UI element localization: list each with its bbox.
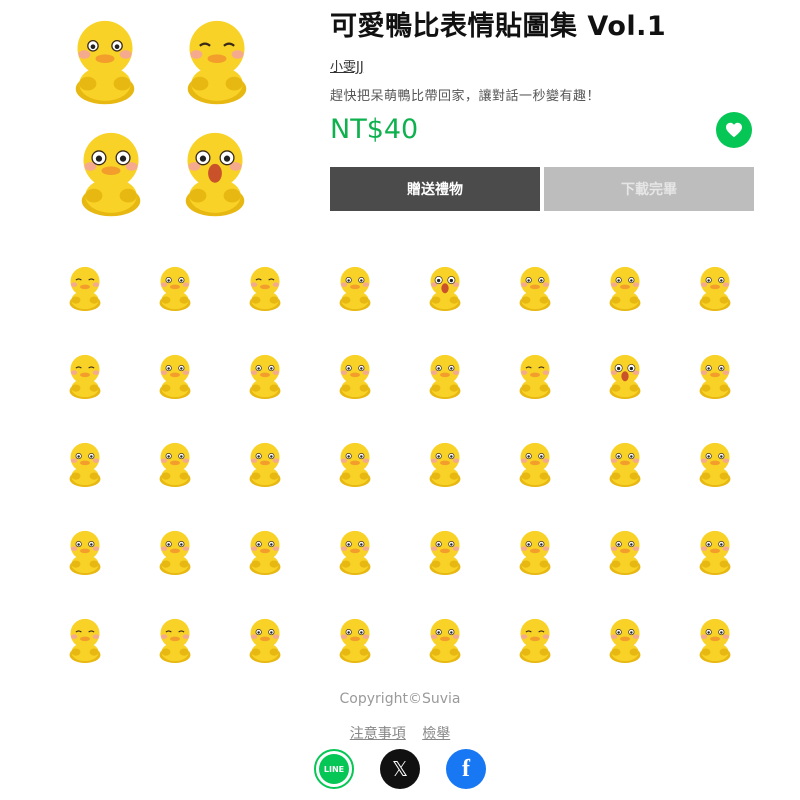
sticker-smile[interactable]	[40, 242, 130, 330]
sticker-happy[interactable]	[40, 330, 130, 418]
hero-sticker-wink	[68, 120, 154, 220]
sticker-blush[interactable]	[670, 330, 760, 418]
sticker-shout[interactable]	[580, 330, 670, 418]
line-share-button[interactable]: LINE	[314, 749, 354, 789]
sticker-wings[interactable]	[670, 594, 760, 682]
copyright: Copyright©Suvia	[339, 691, 461, 707]
sticker-bench[interactable]	[220, 594, 310, 682]
gift-button[interactable]: 贈送禮物	[330, 167, 540, 211]
sticker-sad[interactable]	[670, 242, 760, 330]
sticker-grid	[40, 242, 760, 682]
sticker-coffee[interactable]	[40, 418, 130, 506]
report-link[interactable]: 檢舉	[422, 726, 450, 742]
hero-sticker-sleepy	[174, 8, 260, 108]
hero-stickers	[62, 8, 282, 223]
sticker-angry[interactable]	[130, 330, 220, 418]
sticker-shy[interactable]	[490, 330, 580, 418]
hero-sticker-worried	[62, 8, 148, 108]
sticker-gift[interactable]	[490, 418, 580, 506]
sticker-phone[interactable]	[580, 418, 670, 506]
price: NT$40	[330, 113, 419, 145]
x-icon: 𝕏	[391, 757, 409, 781]
share-bar: LINE 𝕏 f	[0, 749, 800, 789]
download-button[interactable]: 下載完畢	[544, 167, 754, 211]
favorite-button[interactable]	[716, 111, 752, 148]
sticker-question-sign[interactable]	[130, 506, 220, 594]
sticker-nervous[interactable]	[490, 242, 580, 330]
notice-link[interactable]: 注意事項	[350, 726, 406, 742]
heart-icon	[726, 122, 742, 138]
sticker-thumbs-up[interactable]	[310, 242, 400, 330]
sticker-smug[interactable]	[130, 594, 220, 682]
sticker-cheeky[interactable]	[580, 506, 670, 594]
page-title: 可愛鴨比表情貼圖集 Vol.1	[330, 11, 667, 42]
sticker-calm[interactable]	[490, 594, 580, 682]
author-link[interactable]: 小雯JJ	[330, 56, 364, 75]
x-share-button[interactable]: 𝕏	[380, 749, 420, 789]
sticker-magnifier[interactable]	[220, 506, 310, 594]
sticker-go-go-sign[interactable]	[400, 594, 490, 682]
sticker-cry[interactable]	[400, 242, 490, 330]
sticker-surfboard[interactable]	[670, 506, 760, 594]
facebook-share-button[interactable]: f	[446, 749, 486, 789]
sticker-fence[interactable]	[400, 506, 490, 594]
footer-links: 注意事項 檢舉	[0, 723, 800, 743]
sticker-hearts[interactable]	[400, 418, 490, 506]
sticker-peek[interactable]	[220, 330, 310, 418]
sticker-love-you-sign[interactable]	[130, 418, 220, 506]
product-description: 趕快把呆萌鴨比帶回家，讓對話一秒變有趣！	[330, 88, 601, 104]
sticker-laugh[interactable]	[40, 594, 130, 682]
sticker-water-drop[interactable]	[310, 594, 400, 682]
sticker-cover-face[interactable]	[580, 242, 670, 330]
line-icon: LINE	[319, 754, 349, 784]
sticker-cheer[interactable]	[400, 330, 490, 418]
price-row: NT$40	[330, 111, 760, 152]
sticker-heart-sign[interactable]	[670, 418, 760, 506]
hero-sticker-shocked	[172, 120, 258, 220]
sticker-red-hat[interactable]	[310, 418, 400, 506]
sticker-scarf[interactable]	[220, 418, 310, 506]
product-info: 可愛鴨比表情貼圖集 Vol.1 小雯JJ 趕快把呆萌鴨比帶回家，讓對話一秒變有趣…	[330, 10, 760, 211]
sticker-sleepy[interactable]	[220, 242, 310, 330]
sticker-grumpy[interactable]	[310, 330, 400, 418]
sticker-teddy-bear[interactable]	[490, 506, 580, 594]
sticker-cover-eyes[interactable]	[130, 242, 220, 330]
sticker-red-x[interactable]	[310, 506, 400, 594]
action-buttons: 贈送禮物 下載完畢	[330, 167, 754, 211]
facebook-icon: f	[462, 755, 470, 782]
sticker-fire[interactable]	[580, 594, 670, 682]
sticker-hug[interactable]	[40, 506, 130, 594]
